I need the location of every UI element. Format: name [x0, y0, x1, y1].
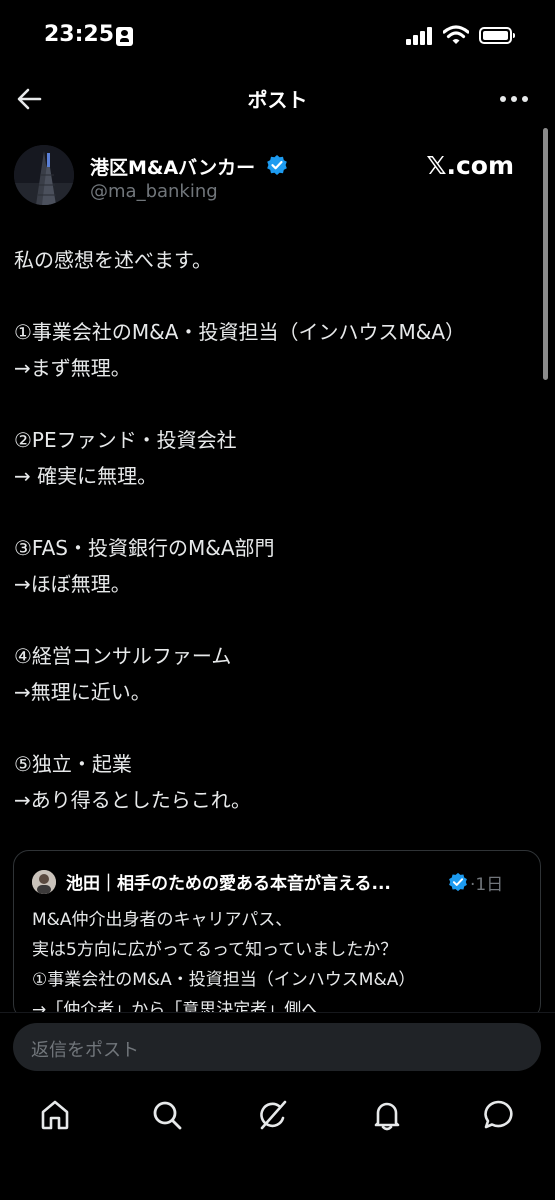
search-icon[interactable]: [150, 1098, 184, 1132]
contact-card-icon: [116, 27, 133, 46]
post-text: 私の感想を述べます。 ①事業会社のM&A・投資担当（インハウスM&A） →まず無…: [14, 242, 539, 818]
more-icon[interactable]: [500, 96, 530, 104]
quoted-line: 実は5方向に広がってるって知っていましたか？: [32, 940, 398, 960]
grok-icon[interactable]: [256, 1098, 290, 1132]
post-line: ⑤独立・起業: [14, 752, 132, 776]
wifi-icon: [443, 25, 469, 44]
quoted-line: ①事業会社のM&A・投資担当（インハウスM&A）: [32, 970, 416, 990]
verified-icon: [449, 872, 467, 892]
status-bar: 23:25: [0, 0, 555, 72]
post-line: →ほぼ無理。: [14, 572, 131, 596]
quoted-post[interactable]: 池田｜相手のための愛ある本音が言える... ·1日 M&A仲介出身者のキャリアパ…: [13, 850, 541, 1020]
post-line: ①事業会社のM&A・投資担当（インハウスM&A）: [14, 320, 465, 344]
x-com-watermark: 𝕏.com: [426, 151, 514, 180]
author-handle[interactable]: @ma_banking: [90, 181, 218, 202]
author-name[interactable]: 港区M&Aバンカー: [90, 153, 255, 180]
bottom-tab-bar: [0, 1082, 555, 1200]
post-line: →無理に近い。: [14, 680, 151, 704]
scrollbar[interactable]: [543, 128, 548, 380]
post-line: 私の感想を述べます。: [14, 248, 212, 272]
post-line: ④経営コンサルファーム: [14, 644, 232, 668]
status-time: 23:25: [44, 22, 115, 47]
post-line: ③FAS・投資銀行のM&A部門: [14, 536, 275, 560]
messages-icon[interactable]: [481, 1098, 515, 1132]
reply-placeholder: 返信をポスト: [31, 1040, 139, 1061]
post-line: → 確実に無理。: [14, 464, 158, 488]
post-line: ②PEファンド・投資会社: [14, 428, 237, 452]
verified-icon: [267, 155, 287, 175]
quoted-text: M&A仲介出身者のキャリアパス、 実は5方向に広がってるって知っていましたか？ …: [32, 905, 532, 1019]
quoted-date: ·1日: [470, 875, 504, 895]
post-line: →まず無理。: [14, 356, 131, 380]
quoted-author-name: 池田｜相手のための愛ある本音が言える...: [66, 874, 391, 894]
reply-bar: 返信をポスト: [0, 1012, 555, 1083]
home-icon[interactable]: [38, 1098, 72, 1132]
reply-input[interactable]: 返信をポスト: [13, 1023, 541, 1071]
post-author: 港区M&Aバンカー @ma_banking 𝕏.com: [14, 145, 534, 215]
page-title: ポスト: [247, 88, 308, 112]
notifications-icon[interactable]: [370, 1098, 404, 1132]
avatar[interactable]: [14, 145, 74, 205]
quoted-avatar: [32, 870, 56, 894]
post-line: →あり得るとしたらこれ。: [14, 788, 251, 812]
post-header: ポスト: [0, 72, 555, 126]
cellular-signal-icon: [406, 27, 436, 45]
battery-icon: [479, 27, 515, 44]
quoted-line: M&A仲介出身者のキャリアパス、: [32, 910, 293, 930]
